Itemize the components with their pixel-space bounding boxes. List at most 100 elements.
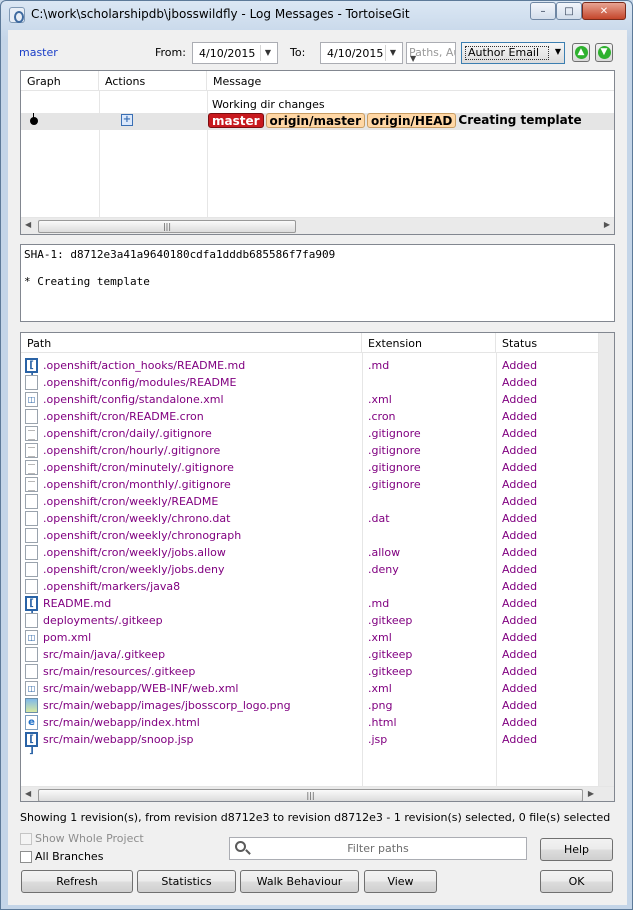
log-hscrollbar[interactable]: ◀ ||| ▶ [21,217,614,234]
file-row[interactable]: src/main/java/.gitkeep .gitkeep Added [21,646,614,663]
file-type-icon: [ ] [25,358,38,382]
file-row[interactable]: .openshift/cron/weekly/jobs.allow .allow A… [21,544,614,561]
file-status: Added [502,410,538,423]
file-type-icon [25,528,38,543]
ok-button[interactable]: OK [540,870,613,893]
files-vscrollbar[interactable] [598,333,614,787]
view-button[interactable]: View [364,870,437,893]
scroll-right-icon[interactable]: ▶ [604,220,610,229]
search-options-icon[interactable]: ▼ [410,54,416,63]
scroll-thumb[interactable]: ||| [38,789,583,801]
column-status[interactable]: Status [496,333,614,352]
close-button[interactable]: ✕ [582,2,626,20]
file-row[interactable]: .openshift/cron/weekly/README Added [21,493,614,510]
file-row[interactable]: .openshift/cron/README.cron .cron Added [21,408,614,425]
checkbox-box[interactable] [20,850,32,863]
file-row[interactable]: src/main/resources/.gitkeep .gitkeep Added [21,663,614,680]
next-button[interactable]: ▼ [595,43,613,62]
window-title: C:\work\scholarshipdb\jbosswildfly - Log… [31,7,410,21]
scroll-thumb[interactable]: ||| [38,220,296,233]
column-graph[interactable]: Graph [21,71,99,90]
branch-link[interactable]: master [19,46,58,59]
minimize-button[interactable]: – [530,2,556,20]
file-row[interactable]: e src/main/webapp/index.html .html Added [21,714,614,731]
file-type-icon: [ ] [25,732,38,756]
scroll-left-icon[interactable]: ◀ [25,220,31,229]
chevron-down-icon[interactable]: ▼ [260,45,275,61]
to-date-picker[interactable]: 4/10/2015 ▼ [320,42,403,64]
file-row[interactable]: .openshift/cron/weekly/chronograph Added [21,527,614,544]
file-row[interactable]: ◫ .openshift/config/standalone.xml .xml Add… [21,391,614,408]
file-row[interactable]: .openshift/markers/java8 Added [21,578,614,595]
file-row[interactable]: src/main/webapp/images/jbosscorp_logo.pn… [21,697,614,714]
log-row-commit[interactable]: + master origin/master origin/HEAD Creating… [21,113,614,130]
refresh-button[interactable]: Refresh [21,870,133,893]
file-status: Added [502,444,538,457]
previous-button[interactable]: ▲ [572,43,590,62]
file-row[interactable]: .openshift/cron/hourly/.gitignore .gitign… [21,442,614,459]
log-list[interactable]: Graph Actions Message Working dir change… [20,70,615,235]
file-row[interactable]: .openshift/cron/weekly/jobs.deny .deny Add… [21,561,614,578]
client-area: master From: 4/10/2015 ▼ To: 4/10/2015 ▼… [8,30,627,905]
file-status: Added [502,512,538,525]
help-button[interactable]: Help [540,838,613,861]
commit-details[interactable]: SHA-1: d8712e3a41a9640180cdfa1dddb685586… [20,244,615,322]
from-label: From: [155,46,186,59]
column-extension[interactable]: Extension [362,333,496,352]
file-path: .openshift/cron/weekly/README [43,495,219,508]
filter-paths-input[interactable]: Filter paths [229,837,527,860]
graph-line [33,113,34,120]
file-row[interactable]: ◫ src/main/webapp/WEB-INF/web.xml .xml Adde… [21,680,614,697]
file-type-icon [25,613,38,628]
add-file-action-icon[interactable]: + [121,114,133,126]
to-date-value: 4/10/2015 [327,47,384,60]
commit-body: * Creating template [24,275,150,288]
changed-files-list[interactable]: Path Extension Status [ ] .openshift/acti… [20,332,615,802]
scroll-left-icon[interactable]: ◀ [25,789,31,798]
log-row-working-dir[interactable]: Working dir changes [21,96,614,113]
file-row[interactable]: .openshift/config/modules/README Added [21,374,614,391]
search-field-select[interactable]: Author Email ▼ [461,42,565,64]
file-type-icon: e [25,715,38,730]
file-row[interactable]: .openshift/cron/weekly/chrono.dat .dat Add… [21,510,614,527]
column-path[interactable]: Path [21,333,362,352]
file-status: Added [502,461,538,474]
file-type-icon [25,443,38,458]
file-row[interactable]: [ ] .openshift/action_hooks/README.md .md A… [21,357,614,382]
file-extension: .gitignore [368,444,421,457]
checkbox-box[interactable] [20,832,32,845]
walk-behaviour-button[interactable]: Walk Behaviour [240,870,359,893]
search-input[interactable]: Paths, Au ▼ [406,42,456,64]
file-row[interactable]: [ ] README.md .md Added [21,595,614,620]
show-whole-project-checkbox[interactable]: Show Whole Project [20,832,144,845]
from-date-picker[interactable]: 4/10/2015 ▼ [192,42,278,64]
file-type-icon [25,477,38,492]
column-message[interactable]: Message [207,71,614,90]
file-row[interactable]: .openshift/cron/monthly/.gitignore .gitig… [21,476,614,493]
all-branches-checkbox[interactable]: All Branches [20,850,103,863]
file-row[interactable]: deployments/.gitkeep .gitkeep Added [21,612,614,629]
file-extension: .cron [368,410,396,423]
file-row[interactable]: ◫ pom.xml .xml Added [21,629,614,646]
column-actions[interactable]: Actions [99,71,207,90]
file-extension: .gitignore [368,478,421,491]
maximize-button[interactable]: □ [556,2,582,20]
file-status: Added [502,665,538,678]
file-type-icon [25,494,38,509]
files-hscrollbar[interactable]: ◀ ||| ▶ [21,786,614,801]
file-extension: .md [368,359,390,372]
file-status: Added [502,376,538,389]
file-path: .openshift/cron/weekly/jobs.allow [43,546,226,559]
file-status: Added [502,478,538,491]
file-extension: .gitignore [368,427,421,440]
statistics-button[interactable]: Statistics [137,870,236,893]
file-row[interactable]: .openshift/cron/minutely/.gitignore .giti… [21,459,614,476]
tortoisegit-icon [9,7,25,23]
file-type-icon: ◫ [25,630,38,645]
file-status: Added [502,682,538,695]
scroll-right-icon[interactable]: ▶ [588,789,594,798]
file-row[interactable]: [ ] src/main/webapp/snoop.jsp .jsp Added [21,731,614,756]
chevron-down-icon[interactable]: ▼ [385,45,400,61]
caption-buttons: – □ ✕ [530,2,626,20]
file-row[interactable]: .openshift/cron/daily/.gitignore .gitigno… [21,425,614,442]
